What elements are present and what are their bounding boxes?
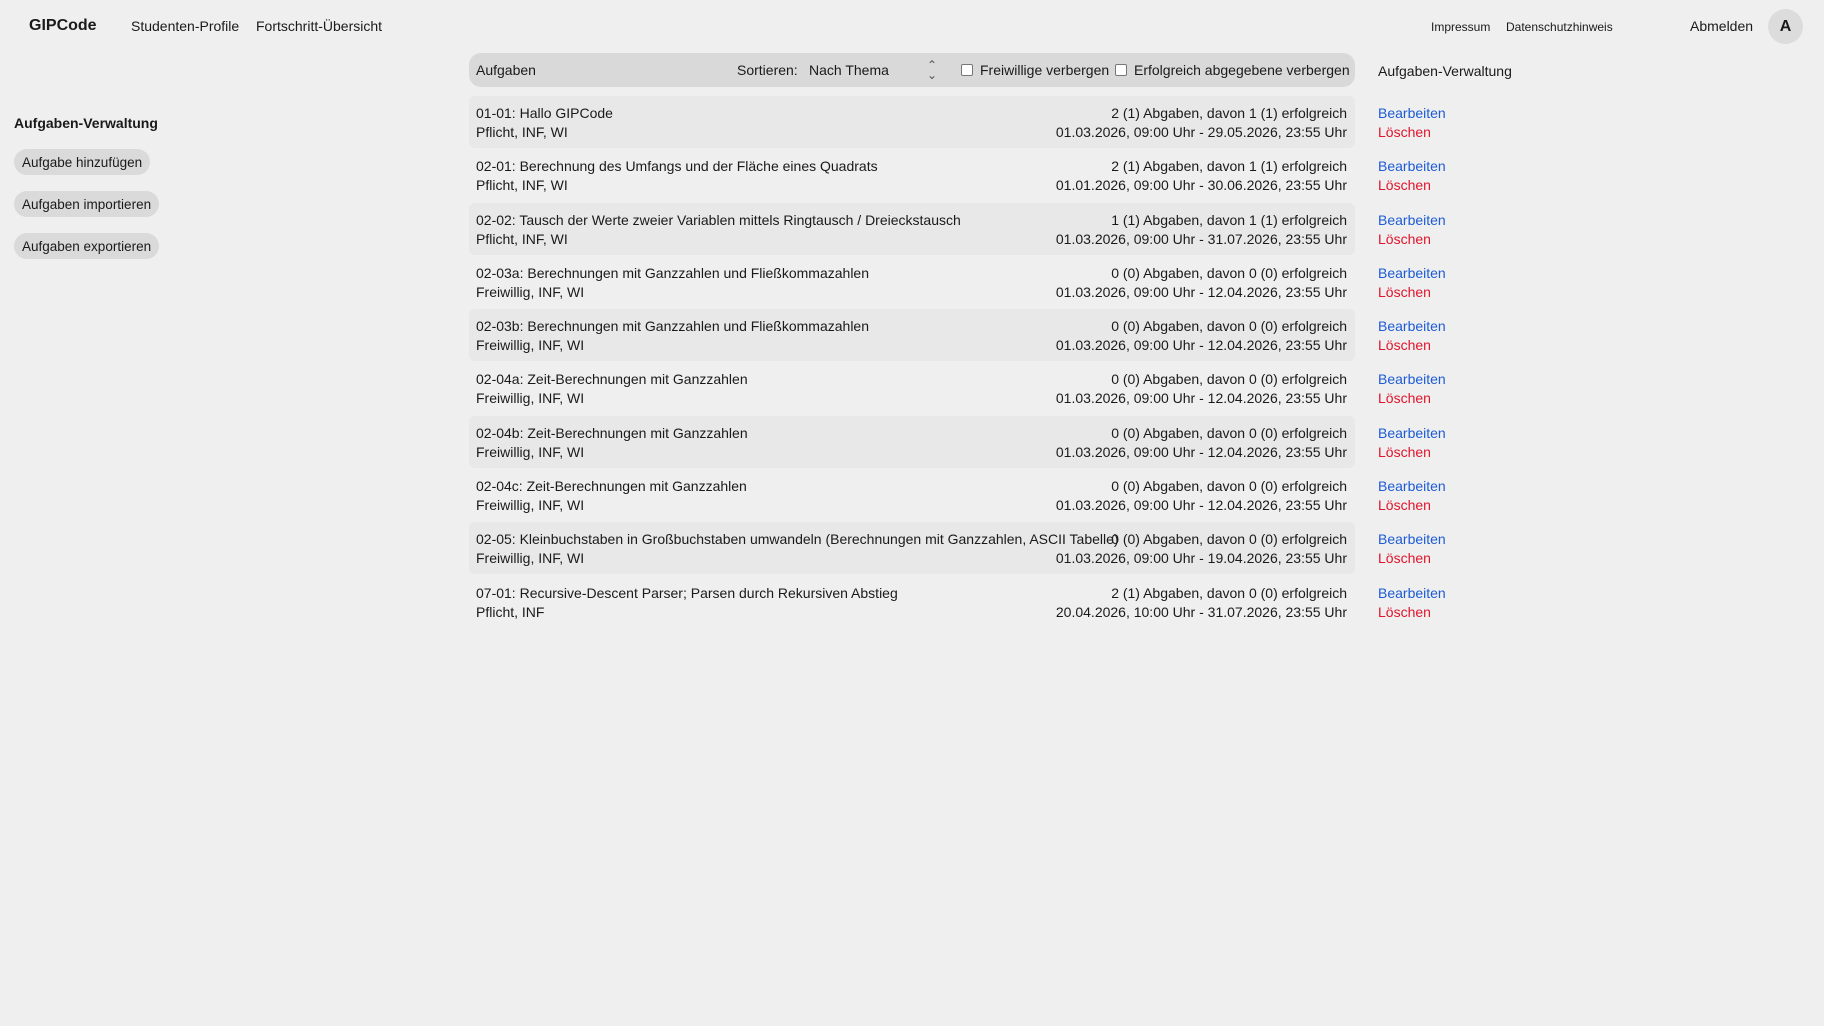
task-row: 02-04a: Zeit-Berechnungen mit Ganzzahlen… bbox=[469, 362, 1446, 414]
avatar[interactable]: A bbox=[1768, 9, 1803, 44]
task-list: 01-01: Hallo GIPCode Pflicht, INF, WI 2 … bbox=[469, 96, 1446, 629]
task-tags: Pflicht, INF, WI bbox=[476, 177, 568, 194]
task-submission-stats: 0 (0) Abgaben, davon 0 (0) erfolgreich bbox=[1111, 264, 1347, 281]
task-submission-stats: 0 (0) Abgaben, davon 0 (0) erfolgreich bbox=[1111, 371, 1347, 388]
task-submission-stats: 2 (1) Abgaben, davon 1 (1) erfolgreich bbox=[1111, 105, 1347, 121]
actions-column-heading: Aufgaben-Verwaltung bbox=[1378, 63, 1512, 79]
task-row: 02-05: Kleinbuchstaben in Großbuchstaben… bbox=[469, 522, 1446, 575]
edit-task-link[interactable]: Bearbeiten bbox=[1378, 425, 1446, 441]
task-tags: Freiwillig, INF, WI bbox=[476, 550, 585, 567]
delete-task-link[interactable]: Löschen bbox=[1378, 177, 1431, 193]
hide-optional-toggle[interactable]: Freiwillige verbergen bbox=[961, 62, 1109, 78]
edit-task-link[interactable]: Bearbeiten bbox=[1378, 158, 1446, 174]
task-tags: Freiwillig, INF, WI bbox=[476, 390, 585, 407]
task-row: 01-01: Hallo GIPCode Pflicht, INF, WI 2 … bbox=[469, 96, 1446, 148]
hide-optional-label: Freiwillige verbergen bbox=[980, 62, 1110, 78]
logout-link[interactable]: Abmelden bbox=[1690, 18, 1753, 34]
delete-task-link[interactable]: Löschen bbox=[1378, 390, 1431, 406]
task-title: 02-05: Kleinbuchstaben in Großbuchstaben… bbox=[476, 531, 1119, 548]
task-date-range: 01.03.2026, 09:00 Uhr - 12.04.2026, 23:5… bbox=[1055, 390, 1347, 407]
delete-task-link[interactable]: Löschen bbox=[1378, 550, 1431, 566]
edit-task-link[interactable]: Bearbeiten bbox=[1378, 585, 1446, 601]
task-tags: Pflicht, INF, WI bbox=[476, 230, 568, 247]
task-submission-stats: 1 (1) Abgaben, davon 1 (1) erfolgreich bbox=[1111, 211, 1347, 228]
sort-label: Sortieren: bbox=[737, 62, 798, 78]
task-tags: Freiwillig, INF, WI bbox=[476, 283, 585, 300]
edit-task-link[interactable]: Bearbeiten bbox=[1378, 531, 1446, 547]
delete-task-link[interactable]: Löschen bbox=[1378, 124, 1431, 140]
task-date-range: 01.03.2026, 09:00 Uhr - 12.04.2026, 23:5… bbox=[1055, 497, 1347, 514]
delete-task-link[interactable]: Löschen bbox=[1378, 604, 1431, 620]
add-task-button[interactable]: Aufgabe hinzufügen bbox=[14, 149, 151, 175]
delete-task-link[interactable]: Löschen bbox=[1378, 497, 1431, 513]
task-row: 02-03a: Berechnungen mit Ganzzahlen und … bbox=[469, 256, 1446, 308]
task-submission-stats: 2 (1) Abgaben, davon 1 (1) erfolgreich bbox=[1111, 158, 1347, 175]
task-date-range: 01.03.2026, 09:00 Uhr - 19.04.2026, 23:5… bbox=[1055, 550, 1347, 567]
edit-task-link[interactable]: Bearbeiten bbox=[1378, 212, 1446, 228]
task-date-range: 20.04.2026, 10:00 Uhr - 31.07.2026, 23:5… bbox=[1055, 603, 1347, 620]
task-date-range: 01.01.2026, 09:00 Uhr - 30.06.2026, 23:5… bbox=[1055, 177, 1347, 194]
sort-select[interactable]: Nach Thema ⌃ ⌄ bbox=[809, 58, 937, 82]
delete-task-link[interactable]: Löschen bbox=[1378, 444, 1431, 460]
privacy-notice-link[interactable]: Datenschutzhinweis bbox=[1506, 20, 1613, 34]
task-date-range: 01.03.2026, 09:00 Uhr - 31.07.2026, 23:5… bbox=[1055, 230, 1347, 247]
task-title: 02-02: Tausch der Werte zweier Variablen… bbox=[476, 211, 961, 228]
delete-task-link[interactable]: Löschen bbox=[1378, 337, 1431, 353]
hide-optional-checkbox[interactable] bbox=[961, 64, 973, 76]
task-row: 02-04b: Zeit-Berechnungen mit Ganzzahlen… bbox=[469, 415, 1446, 468]
task-title: 02-03a: Berechnungen mit Ganzzahlen und … bbox=[476, 264, 870, 281]
task-row: 07-01: Recursive-Descent Parser; Parsen … bbox=[469, 576, 1446, 628]
task-toolbar: Aufgaben Sortieren: Nach Thema ⌃ ⌄ Freiwi… bbox=[469, 53, 1355, 87]
task-date-range: 01.03.2026, 09:00 Uhr - 12.04.2026, 23:5… bbox=[1055, 443, 1347, 460]
task-date-range: 01.03.2026, 09:00 Uhr - 12.04.2026, 23:5… bbox=[1055, 283, 1347, 300]
task-submission-stats: 0 (0) Abgaben, davon 0 (0) erfolgreich bbox=[1111, 424, 1347, 441]
task-title: 07-01: Recursive-Descent Parser; Parsen … bbox=[476, 584, 898, 601]
edit-task-link[interactable]: Bearbeiten bbox=[1378, 478, 1446, 494]
task-title: 02-03b: Berechnungen mit Ganzzahlen und … bbox=[476, 318, 870, 335]
task-tags: Pflicht, INF, WI bbox=[476, 124, 568, 140]
task-title: 02-04a: Zeit-Berechnungen mit Ganzzahlen bbox=[476, 371, 748, 388]
task-title: 02-01: Berechnung des Umfangs und der Fl… bbox=[476, 158, 878, 175]
task-submission-stats: 2 (1) Abgaben, davon 0 (0) erfolgreich bbox=[1111, 584, 1347, 601]
task-tags: Freiwillig, INF, WI bbox=[476, 337, 585, 354]
task-title: 02-04c: Zeit-Berechnungen mit Ganzzahlen bbox=[476, 478, 747, 495]
task-submission-stats: 0 (0) Abgaben, davon 0 (0) erfolgreich bbox=[1111, 318, 1347, 335]
task-row: 02-02: Tausch der Werte zweier Variablen… bbox=[469, 202, 1446, 255]
edit-task-link[interactable]: Bearbeiten bbox=[1378, 105, 1446, 121]
import-tasks-button[interactable]: Aufgaben importieren bbox=[14, 191, 160, 217]
hide-successful-checkbox[interactable] bbox=[1115, 64, 1127, 76]
brand-logo[interactable]: GIPCode bbox=[29, 17, 97, 35]
hide-successful-toggle[interactable]: Erfolgreich abgegebene verbergen bbox=[1115, 62, 1350, 78]
task-submission-stats: 0 (0) Abgaben, davon 0 (0) erfolgreich bbox=[1111, 531, 1347, 548]
top-navigation-bar: GIPCode Studenten-Profile Fortschritt-Üb… bbox=[0, 0, 1824, 54]
impressum-link[interactable]: Impressum bbox=[1431, 20, 1490, 34]
task-date-range: 01.03.2026, 09:00 Uhr - 29.05.2026, 23:5… bbox=[1055, 124, 1347, 140]
export-tasks-button[interactable]: Aufgaben exportieren bbox=[14, 233, 160, 259]
task-title: 02-04b: Zeit-Berechnungen mit Ganzzahlen bbox=[476, 424, 748, 441]
task-tags: Freiwillig, INF, WI bbox=[476, 443, 585, 460]
delete-task-link[interactable]: Löschen bbox=[1378, 284, 1431, 300]
hide-successful-label: Erfolgreich abgegebene verbergen bbox=[1134, 62, 1350, 78]
task-row: 02-04c: Zeit-Berechnungen mit Ganzzahlen… bbox=[469, 469, 1446, 521]
task-row: 02-01: Berechnung des Umfangs und der Fl… bbox=[469, 149, 1446, 201]
task-tags: Pflicht, INF bbox=[476, 603, 545, 620]
task-title: 01-01: Hallo GIPCode bbox=[476, 105, 613, 121]
task-date-range: 01.03.2026, 09:00 Uhr - 12.04.2026, 23:5… bbox=[1055, 337, 1347, 354]
edit-task-link[interactable]: Bearbeiten bbox=[1378, 318, 1446, 334]
nav-link-progress-overview[interactable]: Fortschritt-Übersicht bbox=[256, 18, 382, 34]
edit-task-link[interactable]: Bearbeiten bbox=[1378, 265, 1446, 281]
sidebar-title: Aufgaben-Verwaltung bbox=[14, 115, 158, 131]
edit-task-link[interactable]: Bearbeiten bbox=[1378, 371, 1446, 387]
task-tags: Freiwillig, INF, WI bbox=[476, 497, 585, 514]
toolbar-title: Aufgaben bbox=[476, 62, 536, 78]
chevron-up-down-icon: ⌃ ⌄ bbox=[926, 58, 937, 82]
sort-select-value: Nach Thema bbox=[809, 62, 889, 78]
nav-link-student-profiles[interactable]: Studenten-Profile bbox=[131, 18, 239, 34]
task-submission-stats: 0 (0) Abgaben, davon 0 (0) erfolgreich bbox=[1111, 478, 1347, 495]
delete-task-link[interactable]: Löschen bbox=[1378, 231, 1431, 247]
task-row: 02-03b: Berechnungen mit Ganzzahlen und … bbox=[469, 309, 1446, 362]
